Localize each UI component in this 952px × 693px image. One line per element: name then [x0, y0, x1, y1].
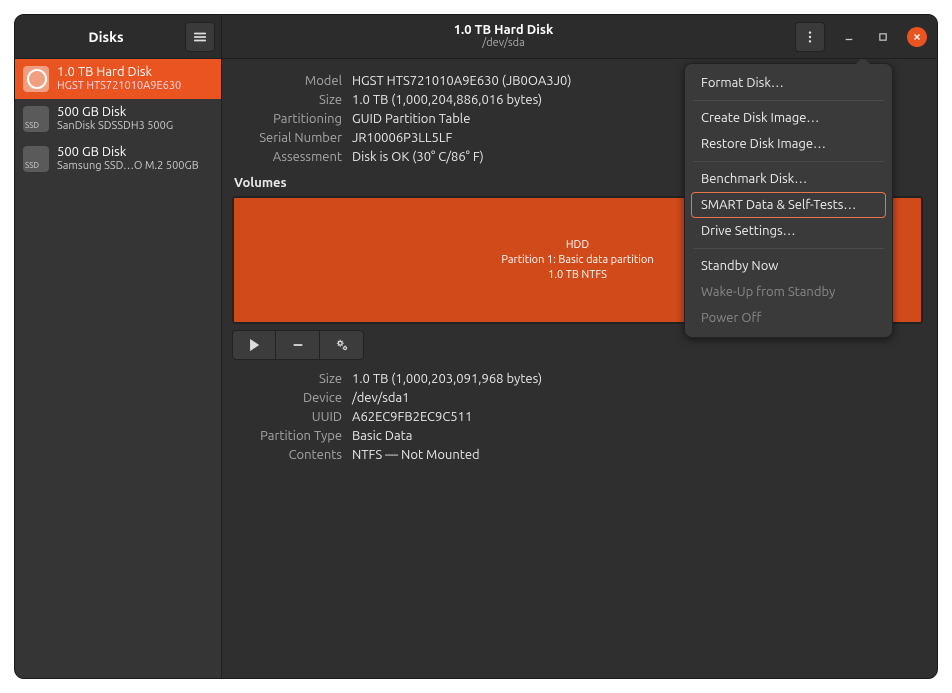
menu-separator [693, 248, 884, 249]
menu-separator [693, 100, 884, 101]
kv-vol-ptype: Partition TypeBasic Data [232, 429, 923, 443]
disk-item-1[interactable]: SSD 500 GB Disk SanDisk SDSSDH3 500G [15, 99, 221, 139]
header-bar: Disks 1.0 TB Hard Disk /dev/sda [15, 15, 937, 59]
drive-options-button[interactable] [795, 22, 825, 52]
detail-pane: ModelHGST HTS721010A9E630 (JB0OA3J0) Siz… [222, 59, 937, 678]
disk-item-name: 500 GB Disk [57, 145, 199, 160]
volume-details: Size1.0 TB (1,000,203,091,968 bytes) Dev… [232, 372, 923, 462]
menu-wakeup-standby: Wake-Up from Standby [691, 279, 886, 305]
window-body: 1.0 TB Hard Disk HGST HTS721010A9E630 SS… [15, 59, 937, 678]
kv-vol-size: Size1.0 TB (1,000,203,091,968 bytes) [232, 372, 923, 386]
drive-menu: Format Disk… Create Disk Image… Restore … [684, 63, 893, 338]
menu-separator [693, 161, 884, 162]
page-subtitle: /dev/sda [482, 37, 524, 50]
app-window: Disks 1.0 TB Hard Disk /dev/sda [14, 14, 938, 679]
disk-item-text: 500 GB Disk Samsung SSD…O M.2 500GB [57, 145, 199, 173]
disk-item-2[interactable]: SSD 500 GB Disk Samsung SSD…O M.2 500GB [15, 139, 221, 179]
mount-button[interactable] [232, 330, 276, 360]
disk-item-sub: SanDisk SDSSDH3 500G [57, 120, 173, 133]
gears-icon [335, 338, 349, 352]
menu-standby-now[interactable]: Standby Now [691, 253, 886, 279]
play-icon [247, 338, 261, 352]
header-center: 1.0 TB Hard Disk /dev/sda [222, 15, 785, 58]
ssd-icon: SSD [23, 106, 49, 132]
volume-options-button[interactable] [320, 330, 364, 360]
menu-smart-data[interactable]: SMART Data & Self-Tests… [691, 192, 886, 218]
disk-item-text: 1.0 TB Hard Disk HGST HTS721010A9E630 [57, 65, 181, 93]
menu-restore-disk-image[interactable]: Restore Disk Image… [691, 131, 886, 157]
page-title: 1.0 TB Hard Disk [454, 23, 554, 37]
delete-partition-button[interactable] [276, 330, 320, 360]
close-button[interactable] [907, 27, 927, 47]
kv-vol-device: Device/dev/sda1 [232, 391, 923, 405]
menu-drive-settings[interactable]: Drive Settings… [691, 218, 886, 244]
menu-format-disk[interactable]: Format Disk… [691, 70, 886, 96]
volume-desc: Partition 1: Basic data partition [501, 253, 653, 268]
menu-power-off: Power Off [691, 305, 886, 331]
minus-icon [291, 338, 305, 352]
kv-vol-contents: ContentsNTFS — Not Mounted [232, 448, 923, 462]
minimize-button[interactable] [839, 27, 859, 47]
disk-item-name: 1.0 TB Hard Disk [57, 65, 181, 80]
volume-title: HDD [501, 238, 653, 253]
kv-vol-uuid: UUIDA62EC9FB2EC9C511 [232, 410, 923, 424]
disk-item-name: 500 GB Disk [57, 105, 173, 120]
volume-partition: HDD Partition 1: Basic data partition 1.… [501, 238, 653, 283]
ssd-icon: SSD [23, 146, 49, 172]
disk-item-0[interactable]: 1.0 TB Hard Disk HGST HTS721010A9E630 [15, 59, 221, 99]
minimize-icon [844, 32, 854, 42]
maximize-button[interactable] [873, 27, 893, 47]
kebab-icon [803, 30, 817, 44]
disk-list: 1.0 TB Hard Disk HGST HTS721010A9E630 SS… [15, 59, 222, 678]
header-left: Disks [15, 15, 222, 58]
menu-create-disk-image[interactable]: Create Disk Image… [691, 105, 886, 131]
disk-item-sub: Samsung SSD…O M.2 500GB [57, 160, 199, 173]
disk-item-text: 500 GB Disk SanDisk SDSSDH3 500G [57, 105, 173, 133]
volume-size: 1.0 TB NTFS [501, 268, 653, 283]
disk-item-sub: HGST HTS721010A9E630 [57, 80, 181, 93]
header-controls [785, 15, 937, 58]
close-icon [912, 32, 922, 42]
hamburger-icon [193, 30, 207, 44]
app-menu-button[interactable] [185, 22, 215, 52]
maximize-icon [878, 32, 888, 42]
menu-benchmark-disk[interactable]: Benchmark Disk… [691, 166, 886, 192]
app-title: Disks [27, 29, 185, 45]
hdd-icon [23, 66, 49, 92]
